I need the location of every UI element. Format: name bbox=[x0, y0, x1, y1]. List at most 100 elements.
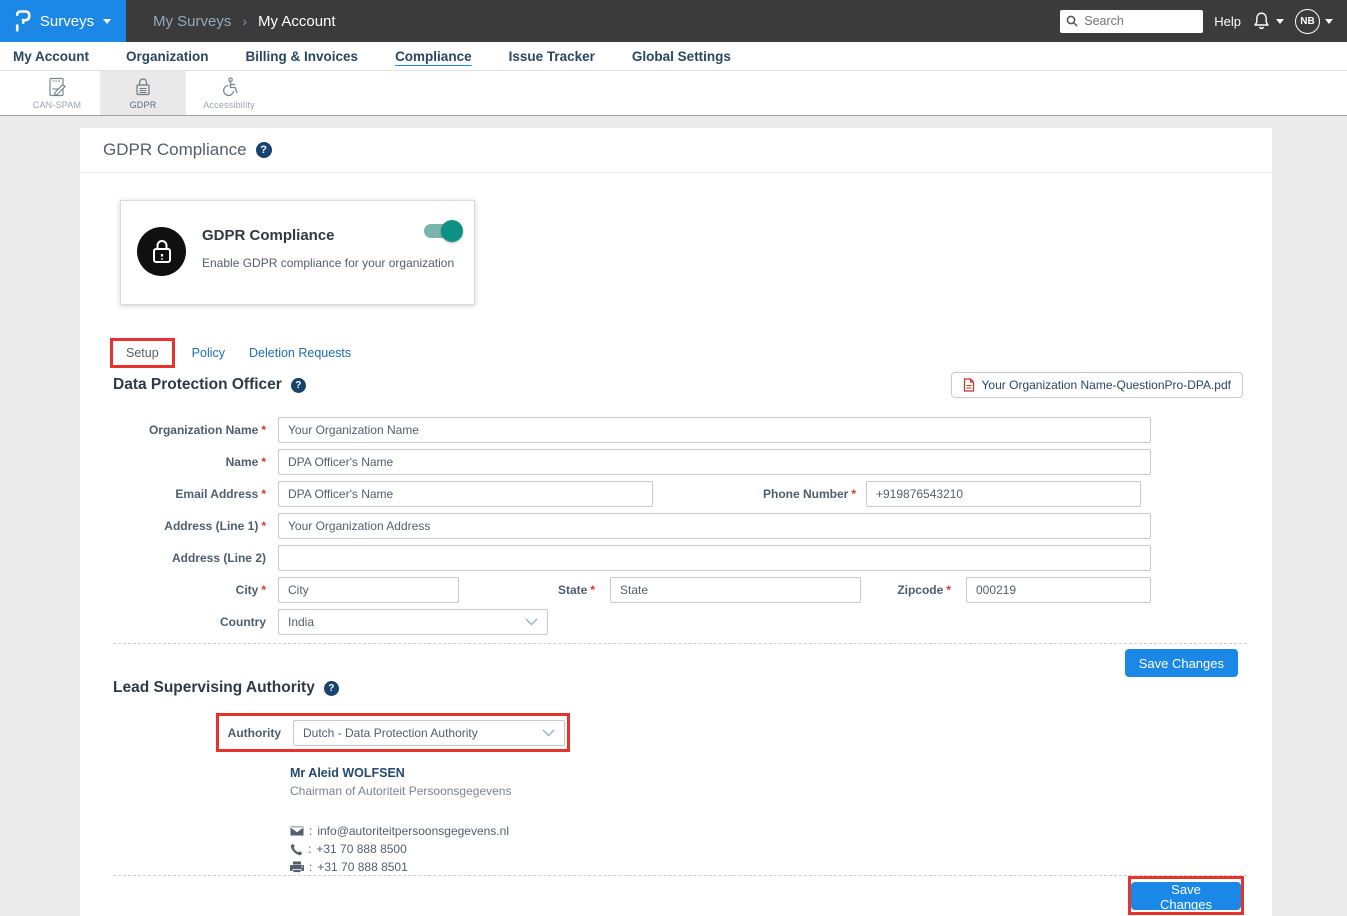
notifications-button[interactable] bbox=[1252, 11, 1284, 31]
form-row: Country India bbox=[113, 609, 1243, 635]
zipcode-label: Zipcode bbox=[897, 583, 943, 597]
gdpr-toggle[interactable] bbox=[424, 224, 460, 238]
authority-annotation-box: Authority Dutch - Data Protection Author… bbox=[216, 713, 570, 752]
email-input[interactable] bbox=[278, 481, 653, 507]
product-switcher[interactable]: Surveys bbox=[0, 0, 126, 42]
breadcrumb-my-account: My Account bbox=[258, 13, 336, 30]
chevron-down-icon bbox=[525, 618, 538, 626]
help-icon[interactable]: ? bbox=[324, 681, 339, 696]
city-input[interactable] bbox=[278, 577, 459, 603]
document-pencil-icon bbox=[46, 76, 68, 98]
colon: : bbox=[309, 824, 312, 838]
contact-email-row: : info@autoriteitpersoonsgegevens.nl bbox=[290, 824, 511, 838]
envelope-icon bbox=[290, 826, 304, 836]
gdpr-card-subtitle: Enable GDPR compliance for your organiza… bbox=[202, 256, 454, 270]
pdf-file-icon bbox=[963, 378, 975, 392]
account-menu[interactable]: NB bbox=[1295, 9, 1333, 34]
page-header: GDPR Compliance ? bbox=[80, 128, 1272, 173]
form-row: Address (Line 2) bbox=[113, 545, 1243, 571]
section-divider bbox=[113, 875, 1247, 876]
form-row: Name* bbox=[113, 449, 1243, 475]
tab-setup[interactable]: Setup bbox=[110, 338, 175, 368]
country-select[interactable]: India bbox=[278, 609, 548, 635]
name-label: Name bbox=[226, 455, 259, 469]
gdpr-subtabs: Setup Policy Deletion Requests bbox=[110, 338, 351, 368]
top-bar: Surveys My Surveys › My Account Help NB bbox=[0, 0, 1347, 42]
address1-input[interactable] bbox=[278, 513, 1151, 539]
fax-icon bbox=[290, 861, 304, 873]
authority-select[interactable]: Dutch - Data Protection Authority bbox=[293, 720, 565, 746]
help-icon[interactable]: ? bbox=[256, 142, 272, 158]
org-name-input[interactable] bbox=[278, 417, 1151, 443]
breadcrumb-my-surveys[interactable]: My Surveys bbox=[153, 13, 231, 30]
lsa-save-button[interactable]: Save Changes bbox=[1131, 882, 1241, 910]
tab-accessibility[interactable]: Accessibility bbox=[186, 71, 272, 115]
search-input[interactable] bbox=[1082, 13, 1197, 29]
authority-phone: +31 70 888 8500 bbox=[316, 842, 406, 856]
questionpro-logo-icon bbox=[15, 10, 31, 32]
authority-contact-name: Mr Aleid WOLFSEN bbox=[290, 766, 511, 780]
dpo-section-header: Data Protection Officer ? Your Organizat… bbox=[113, 372, 1243, 398]
authority-contact-title: Chairman of Autoriteit Persoonsgegevens bbox=[290, 784, 511, 798]
address2-label: Address (Line 2) bbox=[172, 551, 266, 565]
chevron-down-icon bbox=[1276, 19, 1284, 24]
contact-phone-row: : +31 70 888 8500 bbox=[290, 842, 511, 856]
bell-icon bbox=[1252, 11, 1271, 31]
section-divider bbox=[113, 643, 1247, 644]
nav-issue-tracker[interactable]: Issue Tracker bbox=[509, 49, 595, 64]
toggle-knob bbox=[441, 220, 463, 242]
form-row: Address (Line 1)* bbox=[113, 513, 1243, 539]
tab-gdpr[interactable]: GDPR bbox=[100, 71, 186, 115]
tab-deletion-requests[interactable]: Deletion Requests bbox=[249, 346, 351, 360]
chevron-down-icon bbox=[542, 729, 555, 737]
nav-global-settings[interactable]: Global Settings bbox=[632, 49, 731, 64]
form-row: City* State* Zipcode* bbox=[113, 577, 1243, 603]
dpa-pdf-button[interactable]: Your Organization Name-QuestionPro-DPA.p… bbox=[951, 372, 1243, 398]
required-marker: * bbox=[261, 583, 266, 597]
help-icon[interactable]: ? bbox=[291, 378, 306, 393]
authority-value: Dutch - Data Protection Authority bbox=[303, 726, 478, 740]
nav-my-account[interactable]: My Account bbox=[13, 49, 89, 64]
authority-email: info@autoriteitpersoonsgegevens.nl bbox=[317, 824, 509, 838]
address2-input[interactable] bbox=[278, 545, 1151, 571]
country-value: India bbox=[288, 615, 314, 629]
padlock-icon bbox=[132, 76, 154, 98]
phone-input[interactable] bbox=[866, 481, 1141, 507]
address1-label: Address (Line 1) bbox=[164, 519, 258, 533]
topbar-actions: Help NB bbox=[1060, 9, 1347, 34]
tab-label: Accessibility bbox=[203, 100, 255, 110]
colon: : bbox=[309, 860, 312, 874]
chevron-down-icon bbox=[1325, 19, 1333, 24]
required-marker: * bbox=[261, 487, 266, 501]
dpo-form: Organization Name* Name* Email Address* … bbox=[113, 417, 1243, 641]
required-marker: * bbox=[590, 583, 595, 597]
required-marker: * bbox=[261, 455, 266, 469]
compliance-icon-tabs: CAN-SPAM GDPR Accessibility bbox=[0, 71, 1347, 116]
breadcrumb: My Surveys › My Account bbox=[153, 13, 336, 30]
phone-label: Phone Number bbox=[763, 487, 848, 501]
colon: : bbox=[308, 842, 311, 856]
tab-can-spam[interactable]: CAN-SPAM bbox=[14, 71, 100, 115]
zipcode-input[interactable] bbox=[966, 577, 1151, 603]
pdf-label: Your Organization Name-QuestionPro-DPA.p… bbox=[982, 378, 1231, 392]
tab-label: GDPR bbox=[130, 100, 157, 110]
search-box[interactable] bbox=[1060, 10, 1203, 33]
save-annotation-box: Save Changes bbox=[1128, 876, 1244, 915]
required-marker: * bbox=[851, 487, 856, 501]
help-link[interactable]: Help bbox=[1214, 14, 1241, 29]
name-input[interactable] bbox=[278, 449, 1151, 475]
nav-organization[interactable]: Organization bbox=[126, 49, 209, 64]
nav-compliance[interactable]: Compliance bbox=[395, 49, 472, 64]
search-icon bbox=[1066, 15, 1078, 27]
required-marker: * bbox=[946, 583, 951, 597]
required-marker: * bbox=[261, 519, 266, 533]
authority-contact-card: Mr Aleid WOLFSEN Chairman of Autoriteit … bbox=[290, 766, 511, 878]
authority-fax: +31 70 888 8501 bbox=[317, 860, 407, 874]
dpo-save-button[interactable]: Save Changes bbox=[1125, 649, 1238, 677]
gdpr-compliance-panel: GDPR Compliance ? GDPR Compliance Enable… bbox=[80, 128, 1272, 916]
nav-billing-invoices[interactable]: Billing & Invoices bbox=[246, 49, 359, 64]
lsa-heading: Lead Supervising Authority bbox=[113, 679, 315, 697]
country-label: Country bbox=[220, 615, 266, 629]
tab-policy[interactable]: Policy bbox=[192, 346, 225, 360]
state-input[interactable] bbox=[610, 577, 861, 603]
